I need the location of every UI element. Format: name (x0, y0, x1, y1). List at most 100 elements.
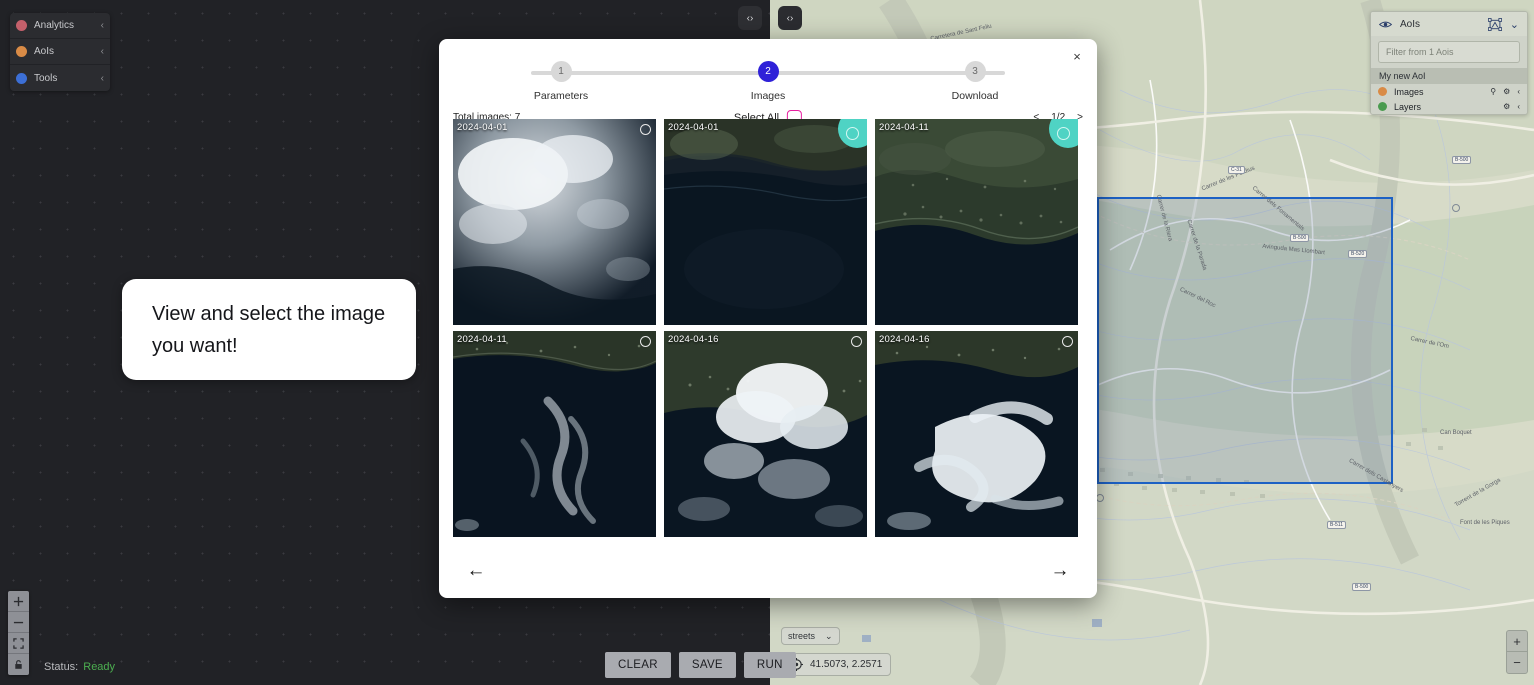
minus-icon (13, 621, 24, 623)
aoi-bounding-rectangle[interactable] (1097, 197, 1393, 484)
modal-navigation: ← → (439, 554, 1097, 588)
chevron-left-icon[interactable]: ‹ (101, 46, 104, 57)
wizard-back-button[interactable]: ← (463, 558, 489, 584)
image-thumbnail-tile[interactable]: 2024-04-01 (453, 119, 656, 325)
map-route-shield: B-500 (1452, 156, 1472, 164)
left-sidebar[interactable]: Analytics ‹ AoIs ‹ Tools ‹ (10, 13, 110, 91)
step-download[interactable]: 3 Download (935, 61, 1015, 102)
step-number[interactable]: 3 (964, 61, 986, 82)
step-label: Parameters (533, 90, 589, 102)
step-images[interactable]: 2 Images (728, 61, 808, 102)
image-select-checkbox[interactable] (640, 336, 651, 347)
step-label: Download (951, 90, 999, 102)
lock-button[interactable] (8, 654, 29, 675)
tools-color-dot (16, 72, 27, 84)
image-thumbnail-tile[interactable]: 2024-04-16 (875, 331, 1078, 537)
map-zoom-out-button[interactable]: − (1507, 652, 1527, 673)
collapse-icon[interactable]: ‹ (1517, 102, 1520, 111)
aois-filter-input[interactable]: Filter from 1 Aois (1378, 41, 1520, 63)
search-icon[interactable]: ⚲ (1490, 87, 1496, 96)
step-label: Images (750, 90, 786, 102)
eye-icon[interactable] (1379, 19, 1392, 30)
panel-resize-icon: ‹› (786, 12, 794, 24)
status-bar: Status: Ready (44, 661, 115, 673)
sidebar-item-analytics[interactable]: Analytics ‹ (10, 13, 110, 39)
close-icon[interactable]: × (1068, 47, 1086, 65)
image-date-label: 2024-04-01 (457, 122, 508, 133)
basemap-select[interactable]: streets ⌄ (781, 627, 840, 645)
satellite-image (453, 331, 656, 537)
panel-resize-icon: ‹› (746, 12, 754, 24)
panel-resize-handle-right[interactable]: ‹› (778, 6, 802, 30)
image-date-label: 2024-04-11 (457, 334, 507, 345)
aois-color-dot (16, 46, 27, 57)
app-root: Carrer de les Perdius Carrer dels Fonamen… (0, 0, 1534, 685)
satellite-image (664, 119, 867, 325)
image-thumbnail-tile[interactable]: 2024-04-11 (875, 119, 1078, 325)
sidebar-item-label: Tools (34, 72, 58, 84)
callout-text: View and select the image you want! (152, 302, 386, 357)
step-number[interactable]: 2 (757, 61, 779, 82)
image-date-label: 2024-04-01 (668, 122, 719, 133)
map-route-shield: B-500 (1290, 234, 1310, 242)
fit-to-screen-button[interactable] (8, 633, 29, 654)
aoi-row-label: Layers (1394, 101, 1422, 112)
sidebar-item-tools[interactable]: Tools ‹ (10, 65, 110, 91)
gear-icon[interactable]: ⚙ (1503, 102, 1510, 111)
map-route-shield: C-31 (1228, 166, 1245, 174)
aois-panel[interactable]: AoIs ⌄ Filter from 1 Aois My new AoI Ima… (1370, 11, 1528, 115)
layers-color-dot (1378, 102, 1387, 111)
image-thumbnail-tile[interactable]: 2024-04-01 (664, 119, 867, 325)
image-select-checkbox[interactable] (1062, 336, 1073, 347)
sidebar-item-label: Analytics (34, 20, 75, 31)
image-select-checkbox[interactable] (640, 124, 651, 135)
coordinates-readout: 41.5073, 2.2571 (781, 653, 892, 676)
run-button[interactable]: RUN (743, 652, 796, 678)
wizard-forward-button[interactable]: → (1047, 558, 1073, 584)
image-thumbnail-tile[interactable]: 2024-04-11 (453, 331, 656, 537)
clear-button[interactable]: CLEAR (605, 652, 671, 678)
aoi-row-layers[interactable]: Layers ⚙ ‹ (1371, 99, 1527, 114)
map-street-label: Can Boquet (1440, 430, 1472, 436)
plus-icon (13, 596, 24, 606)
lock-icon (15, 660, 22, 669)
map-zoom-in-button[interactable]: + (1507, 631, 1527, 652)
zoom-out-button[interactable] (8, 612, 29, 633)
fit-screen-icon (13, 637, 24, 649)
basemap-value: streets (788, 631, 816, 641)
sidebar-item-aois[interactable]: AoIs ‹ (10, 39, 110, 65)
map-route-shield: B-500 (1352, 583, 1372, 591)
aois-panel-title: AoIs (1400, 18, 1421, 30)
aoi-row-images[interactable]: Images ⚲ ⚙ ‹ (1371, 84, 1527, 99)
map-zoom-controls[interactable]: + − (1506, 630, 1528, 674)
satellite-image (664, 331, 867, 537)
chevron-down-icon[interactable]: ⌄ (1510, 18, 1519, 31)
instruction-callout: View and select the image you want! (122, 279, 416, 380)
coordinates-value: 41.5073, 2.2571 (810, 659, 883, 670)
image-select-checkbox[interactable] (851, 336, 862, 347)
zoom-in-button[interactable] (8, 591, 29, 612)
image-thumbnail-tile[interactable]: 2024-04-16 (664, 331, 867, 537)
image-date-label: 2024-04-16 (668, 334, 719, 345)
aois-panel-header: AoIs ⌄ (1371, 12, 1527, 36)
chevron-left-icon[interactable]: ‹ (101, 73, 104, 84)
satellite-image (875, 119, 1078, 325)
gear-icon[interactable]: ⚙ (1503, 87, 1510, 96)
canvas-tool-column[interactable] (8, 591, 29, 675)
image-date-label: 2024-04-16 (879, 334, 930, 345)
collapse-icon[interactable]: ‹ (1517, 87, 1520, 96)
aoi-row-label: Images (1394, 86, 1424, 97)
step-parameters[interactable]: 1 Parameters (521, 61, 601, 102)
panel-resize-handle-left[interactable]: ‹› (738, 6, 762, 30)
image-date-label: 2024-04-11 (879, 122, 929, 133)
step-number[interactable]: 1 (550, 61, 572, 82)
status-value: Ready (83, 661, 116, 673)
satellite-image (453, 119, 656, 325)
save-button[interactable]: SAVE (678, 652, 736, 678)
analytics-color-dot (16, 20, 27, 31)
bounding-box-icon[interactable] (1487, 17, 1502, 31)
image-thumbnail-grid[interactable]: 2024-04-01 2024-04-01 2024-04-11 2024-04-11… (453, 119, 1082, 537)
chevron-down-icon: ⌄ (825, 630, 833, 641)
chevron-left-icon[interactable]: ‹ (101, 20, 104, 31)
images-color-dot (1378, 87, 1387, 96)
